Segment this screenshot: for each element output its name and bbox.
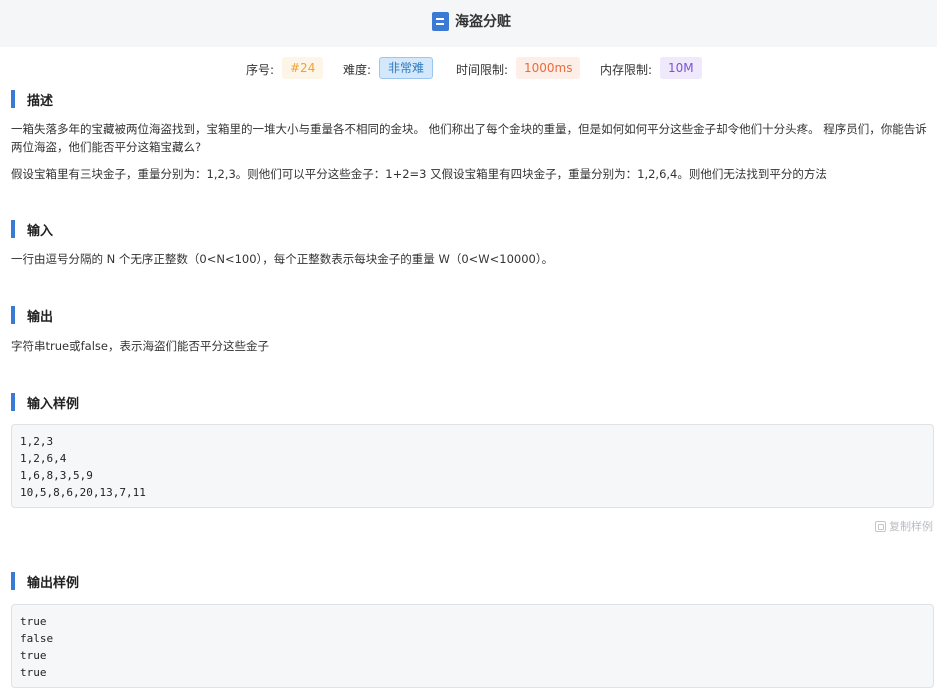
section-title: 输出样例 (27, 575, 80, 591)
title-wrap: 海盗分赃 (432, 11, 511, 31)
code-line: true (20, 649, 47, 662)
code-line: false (20, 632, 54, 645)
copy-sample-label: 复制样例 (889, 520, 933, 533)
section-sample-output-heading: 输出样例 (11, 571, 79, 591)
section-output-heading: 输出 (11, 305, 53, 325)
time-limit-label: 时间限制: (456, 63, 509, 77)
code-line: 1,6,8,3,5,9 (20, 469, 93, 482)
section-title: 输入 (27, 223, 54, 239)
document-icon (432, 11, 449, 31)
section-bar (11, 393, 15, 411)
section-bar (11, 90, 15, 108)
input-description: 一行由逗号分隔的 N 个无序正整数（0<N<100），每个正整数表示每块金子的重… (11, 252, 554, 266)
section-title: 描述 (27, 93, 54, 109)
section-bar (11, 306, 15, 324)
memory-limit-label: 内存限制: (600, 63, 653, 77)
number-label: 序号: (246, 63, 275, 77)
page-header: 海盗分赃 (0, 0, 937, 47)
description-paragraph-2: 假设宝箱里有三块金子，重量分别为：1,2,3。则他们可以平分这些金子：1+2=3… (11, 167, 827, 181)
problem-meta: 序号: #24 难度: 非常难 时间限制: 1000ms 内存限制: 10M (0, 57, 937, 79)
code-line: true (20, 615, 47, 628)
output-description: 字符串true或false，表示海盗们能否平分这些金子 (11, 339, 269, 353)
code-line: true (20, 666, 47, 679)
section-title: 输入样例 (27, 396, 80, 412)
difficulty-badge: 非常难 (379, 57, 434, 79)
number-badge: #24 (282, 57, 324, 79)
page-title: 海盗分赃 (455, 14, 511, 30)
sample-input-code[interactable]: 1,2,3 1,2,6,4 1,6,8,3,5,9 10,5,8,6,20,13… (11, 424, 934, 508)
code-line: 10,5,8,6,20,13,7,11 (20, 486, 146, 499)
code-line: 1,2,3 (20, 435, 54, 448)
copy-sample-button[interactable]: 复制样例 (875, 518, 933, 534)
code-line: 1,2,6,4 (20, 452, 67, 465)
section-title: 输出 (27, 309, 54, 325)
section-sample-input-heading: 输入样例 (11, 392, 79, 412)
memory-limit-badge: 10M (660, 57, 702, 79)
time-limit-badge: 1000ms (516, 57, 581, 79)
difficulty-label: 难度: (343, 63, 372, 77)
description-paragraph-1: 一箱失落多年的宝藏被两位海盗找到，宝箱里的一堆大小与重量各不相同的金块。 他们称… (11, 122, 927, 154)
copy-icon (875, 520, 886, 532)
section-bar (11, 572, 15, 590)
section-bar (11, 220, 15, 238)
section-input-heading: 输入 (11, 219, 53, 239)
section-description-heading: 描述 (11, 89, 53, 109)
sample-output-code[interactable]: true false true true (11, 604, 934, 688)
